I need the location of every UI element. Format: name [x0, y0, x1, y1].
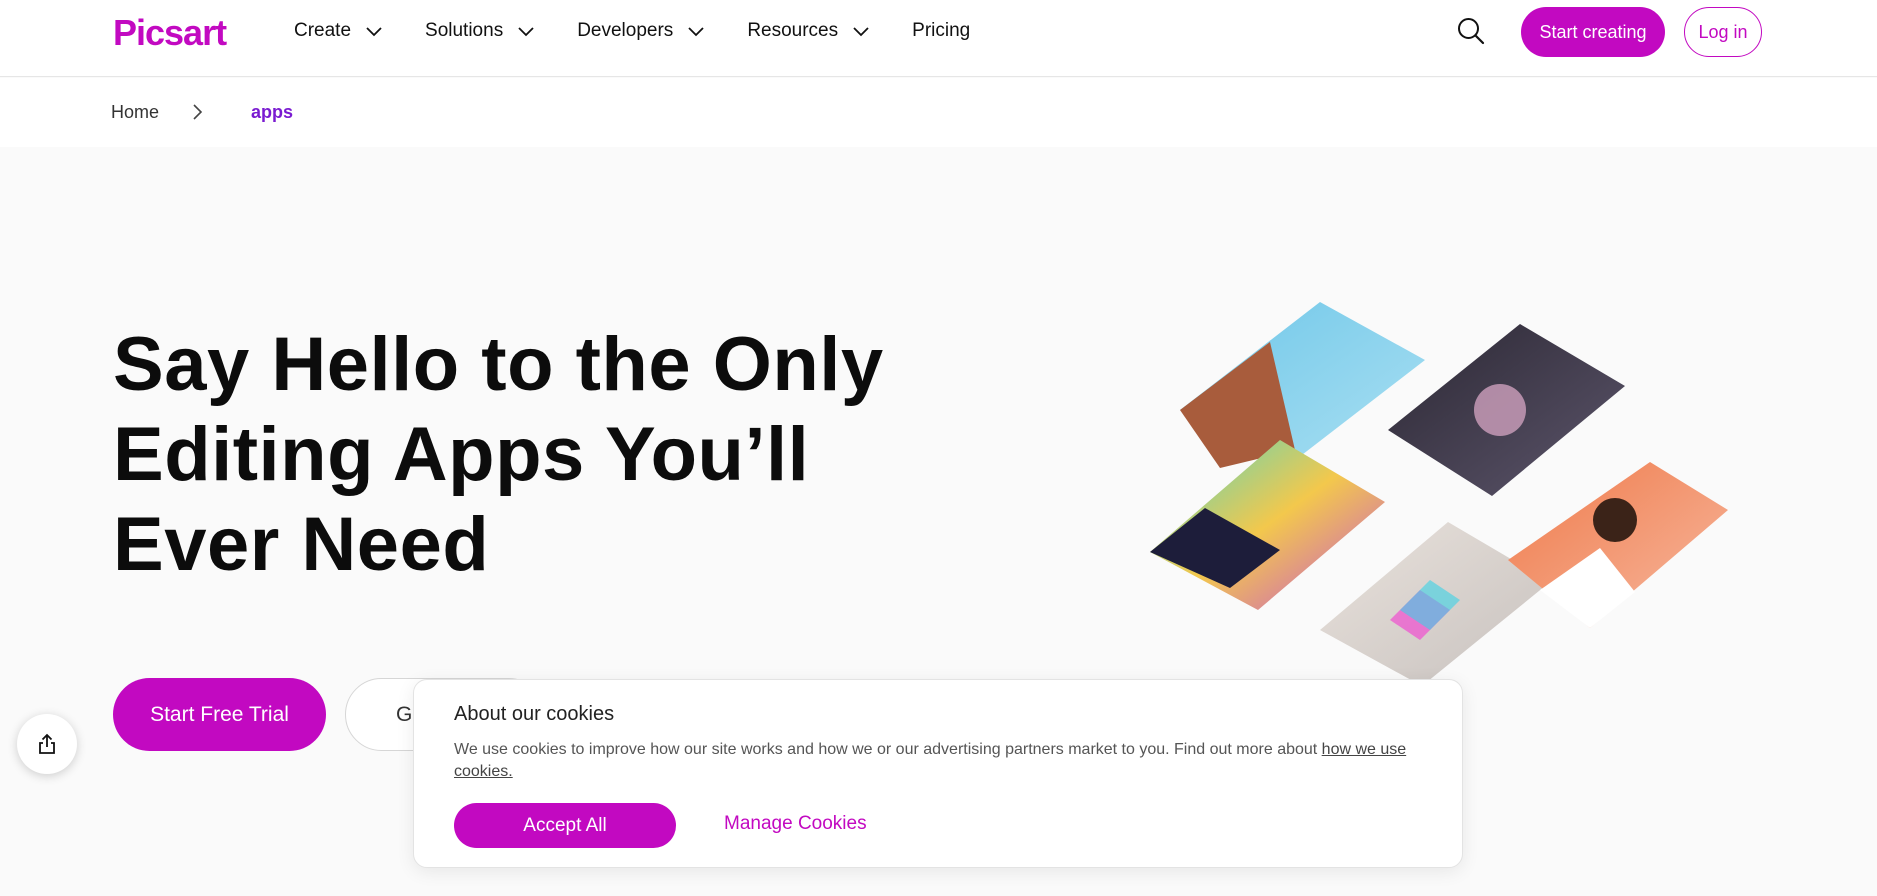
chevron-down-icon [688, 27, 704, 37]
share-button[interactable] [17, 714, 77, 774]
photo-card-man-smiling [1508, 462, 1728, 628]
secondary-cta-label: G [396, 702, 413, 726]
chevron-down-icon [853, 27, 869, 37]
photo-card-woman-sunglasses [1150, 440, 1385, 610]
nav-create[interactable]: Create [294, 20, 383, 42]
accept-all-button[interactable]: Accept All [454, 803, 676, 848]
nav-resources[interactable]: Resources [747, 20, 870, 42]
picsart-logo[interactable]: Picsart [113, 12, 227, 54]
breadcrumb-home[interactable]: Home [111, 102, 159, 123]
nav-developers-label: Developers [577, 20, 674, 41]
chevron-right-icon [193, 104, 203, 120]
chevron-down-icon [518, 27, 534, 37]
chevron-down-icon [366, 27, 382, 37]
app-showcase-collage [1150, 302, 1728, 686]
breadcrumb: Home apps [0, 78, 1877, 147]
nav-developers[interactable]: Developers [577, 20, 705, 42]
nav-create-label: Create [294, 20, 352, 41]
site-header: Picsart Create Solutions Developers Reso… [0, 0, 1877, 77]
cookie-banner: About our cookies We use cookies to impr… [413, 679, 1463, 868]
cookie-title: About our cookies [454, 703, 615, 725]
nav-solutions[interactable]: Solutions [425, 20, 535, 42]
start-free-trial-button[interactable]: Start Free Trial [113, 678, 326, 751]
manage-cookies-button[interactable]: Manage Cookies [724, 813, 867, 835]
nav-pricing-label: Pricing [912, 20, 971, 41]
main-nav: Create Solutions Developers Resources Pr… [294, 0, 1012, 62]
hero-title: Say Hello to the Only Editing Apps You’l… [113, 322, 884, 587]
nav-resources-label: Resources [747, 20, 839, 41]
nav-pricing[interactable]: Pricing [912, 20, 970, 42]
search-icon[interactable] [1456, 16, 1486, 46]
cookie-text: We use cookies to improve how our site w… [454, 741, 1322, 758]
breadcrumb-current: apps [251, 102, 294, 122]
share-icon [39, 733, 55, 754]
photo-card-dark-still-life [1388, 324, 1625, 496]
login-button[interactable]: Log in [1684, 7, 1762, 57]
photo-card-dancer [1320, 522, 1550, 686]
nav-solutions-label: Solutions [425, 20, 504, 41]
cookie-description: We use cookies to improve how our site w… [454, 739, 1429, 783]
photo-card-building [1180, 302, 1425, 468]
start-creating-button[interactable]: Start creating [1521, 7, 1665, 57]
